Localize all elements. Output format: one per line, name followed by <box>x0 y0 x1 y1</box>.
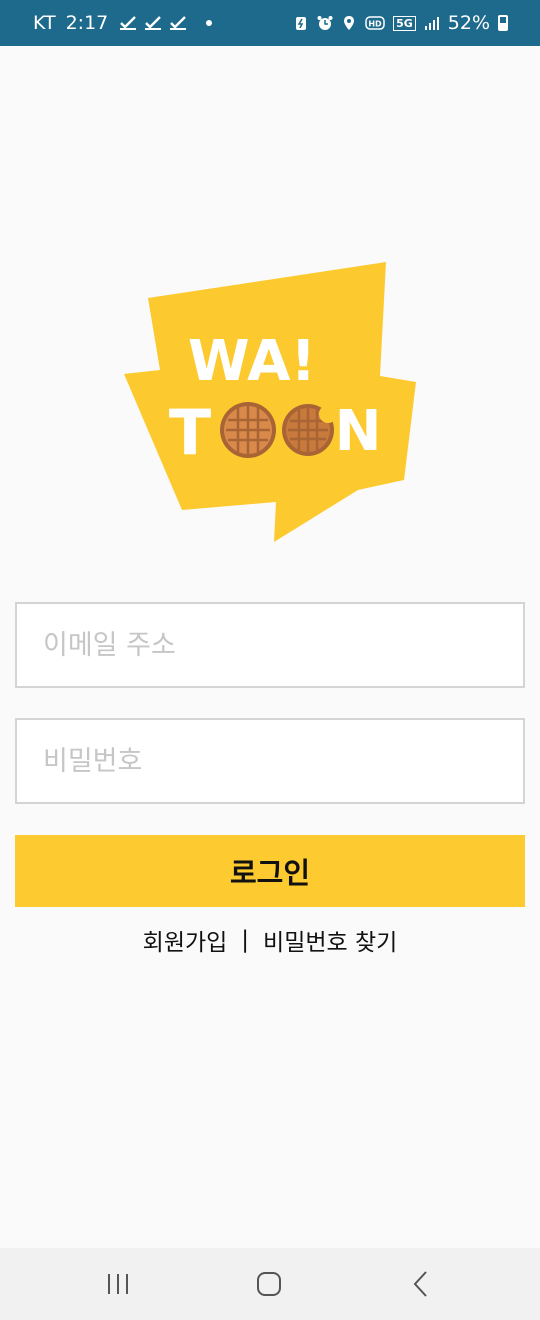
alarm-icon <box>317 16 333 30</box>
links-separator: | <box>241 927 250 953</box>
carrier-label: KT <box>33 12 56 34</box>
svg-text:HD: HD <box>368 20 382 29</box>
check-icon <box>145 16 162 30</box>
watoon-logo: WA! T N <box>124 262 416 542</box>
status-bar-right: HD 5G 52% <box>293 12 508 34</box>
signup-link[interactable]: 회원가입 <box>143 923 228 957</box>
recents-button[interactable] <box>98 1266 138 1302</box>
home-icon <box>257 1272 281 1296</box>
network-type-5g: 5G <box>393 15 416 31</box>
password-field[interactable] <box>15 718 525 804</box>
logo-text-line1: WA! <box>188 329 316 394</box>
logo-text-t: T <box>169 396 211 469</box>
location-icon <box>344 16 355 30</box>
auth-links: 회원가입 | 비밀번호 찾기 <box>0 922 540 958</box>
login-button[interactable]: 로그인 <box>15 835 525 907</box>
logo-text-n: N <box>335 399 382 464</box>
check-icon <box>120 16 137 30</box>
home-button[interactable] <box>249 1266 289 1302</box>
system-navigation-bar <box>0 1248 540 1320</box>
status-bar: KT 2:17 HD 5G 52% <box>0 0 540 46</box>
battery-icon <box>498 15 508 31</box>
email-field[interactable] <box>15 602 525 688</box>
back-button[interactable] <box>401 1266 441 1302</box>
battery-percent: 52% <box>447 12 490 34</box>
check-icon <box>170 16 187 30</box>
notification-icons <box>120 16 187 30</box>
hd-voice-icon: HD <box>365 16 385 30</box>
battery-saver-icon <box>296 17 307 30</box>
find-password-link[interactable]: 비밀번호 찾기 <box>263 923 397 957</box>
signal-icon <box>424 17 439 30</box>
back-icon <box>413 1271 427 1297</box>
more-notifications-dot-icon <box>206 20 213 26</box>
waffle-icon <box>220 402 276 458</box>
clock: 2:17 <box>65 12 109 34</box>
status-bar-left: KT 2:17 <box>33 12 213 34</box>
email-input[interactable] <box>41 628 523 662</box>
password-input[interactable] <box>41 744 523 778</box>
recents-icon <box>108 1274 128 1294</box>
